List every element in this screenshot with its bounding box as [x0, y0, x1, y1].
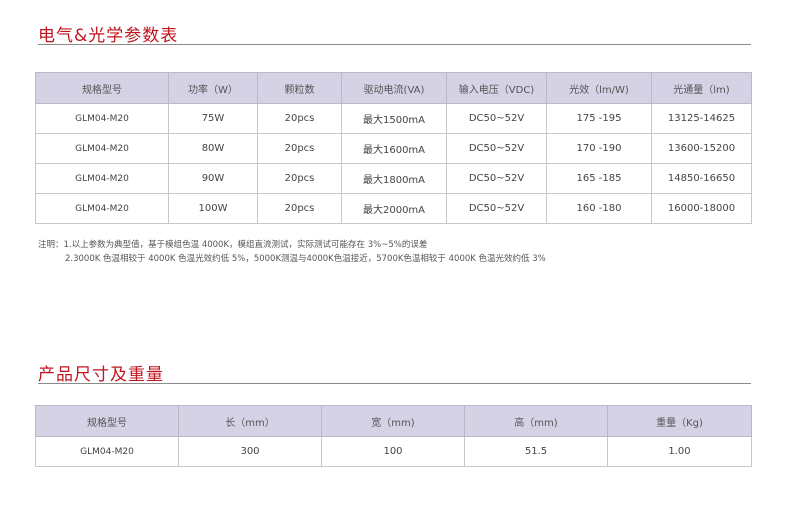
note-line-2: 2.3000K 色温相较于 4000K 色温光效约低 5%，5000K测温与40…: [65, 254, 546, 264]
cell-power: 100W: [168, 193, 258, 224]
header-model: 规格型号: [35, 405, 179, 437]
note-line-1: 注明：1.以上参数为典型值，基于模组色温 4000K，模组直流测试，实际测试可能…: [38, 240, 428, 250]
title-underline: [38, 383, 751, 384]
cell-drive-current: 最大1500mA: [341, 103, 447, 134]
header-width: 宽（mm): [321, 405, 465, 437]
cell-luminous-flux: 13125-14625: [651, 103, 752, 134]
table-row: GLM04-M20 80W 20pcs 最大1600mA DC50~52V 17…: [35, 133, 752, 164]
header-input-voltage: 输入电压（VDC): [446, 72, 547, 104]
title-underline: [38, 44, 751, 45]
cell-power: 80W: [168, 133, 258, 164]
cell-luminous-flux: 14850-16650: [651, 163, 752, 194]
cell-model: GLM04-M20: [35, 163, 169, 194]
cell-efficacy: 170 -190: [546, 133, 652, 164]
cell-luminous-flux: 16000-18000: [651, 193, 752, 224]
cell-width: 100: [321, 436, 465, 467]
cell-input-voltage: DC50~52V: [446, 133, 547, 164]
header-weight: 重量（Kg): [607, 405, 752, 437]
cell-weight: 1.00: [607, 436, 752, 467]
table-row: GLM04-M20 90W 20pcs 最大1800mA DC50~52V 16…: [35, 163, 752, 194]
cell-input-voltage: DC50~52V: [446, 163, 547, 194]
header-length: 长（mm）: [178, 405, 322, 437]
header-model: 规格型号: [35, 72, 169, 104]
cell-model: GLM04-M20: [35, 133, 169, 164]
notes: 注明：1.以上参数为典型值，基于模组色温 4000K，模组直流测试，实际测试可能…: [38, 238, 546, 266]
cell-height: 51.5: [464, 436, 608, 467]
cell-power: 90W: [168, 163, 258, 194]
table-row: GLM04-M20 300 100 51.5 1.00: [35, 436, 752, 467]
header-luminous-flux: 光通量（lm): [651, 72, 752, 104]
header-power: 功率（W）: [168, 72, 258, 104]
table-row: GLM04-M20 100W 20pcs 最大2000mA DC50~52V 1…: [35, 193, 752, 224]
cell-efficacy: 175 -195: [546, 103, 652, 134]
electrical-optical-table: 规格型号 功率（W） 颗粒数 驱动电流(VA) 输入电压（VDC) 光效（lm/…: [35, 72, 752, 224]
cell-chip-count: 20pcs: [257, 133, 342, 164]
header-chip-count: 颗粒数: [257, 72, 342, 104]
header-efficacy: 光效（lm/W): [546, 72, 652, 104]
size-weight-table: 规格型号 长（mm） 宽（mm) 高（mm) 重量（Kg) GLM04-M20 …: [35, 405, 752, 467]
cell-length: 300: [178, 436, 322, 467]
cell-efficacy: 160 -180: [546, 193, 652, 224]
section-title-electrical-optical: 电气&光学参数表: [38, 26, 179, 46]
cell-efficacy: 165 -185: [546, 163, 652, 194]
section-title-size-weight: 产品尺寸及重量: [38, 365, 164, 385]
cell-power: 75W: [168, 103, 258, 134]
cell-drive-current: 最大2000mA: [341, 193, 447, 224]
header-drive-current: 驱动电流(VA): [341, 72, 447, 104]
cell-model: GLM04-M20: [35, 193, 169, 224]
cell-model: GLM04-M20: [35, 436, 179, 467]
table-row: GLM04-M20 75W 20pcs 最大1500mA DC50~52V 17…: [35, 103, 752, 134]
cell-drive-current: 最大1800mA: [341, 163, 447, 194]
cell-input-voltage: DC50~52V: [446, 103, 547, 134]
table-header-row: 规格型号 功率（W） 颗粒数 驱动电流(VA) 输入电压（VDC) 光效（lm/…: [35, 72, 752, 104]
cell-chip-count: 20pcs: [257, 103, 342, 134]
table-header-row: 规格型号 长（mm） 宽（mm) 高（mm) 重量（Kg): [35, 405, 752, 437]
cell-model: GLM04-M20: [35, 103, 169, 134]
cell-input-voltage: DC50~52V: [446, 193, 547, 224]
cell-chip-count: 20pcs: [257, 193, 342, 224]
header-height: 高（mm): [464, 405, 608, 437]
cell-chip-count: 20pcs: [257, 163, 342, 194]
cell-luminous-flux: 13600-15200: [651, 133, 752, 164]
cell-drive-current: 最大1600mA: [341, 133, 447, 164]
